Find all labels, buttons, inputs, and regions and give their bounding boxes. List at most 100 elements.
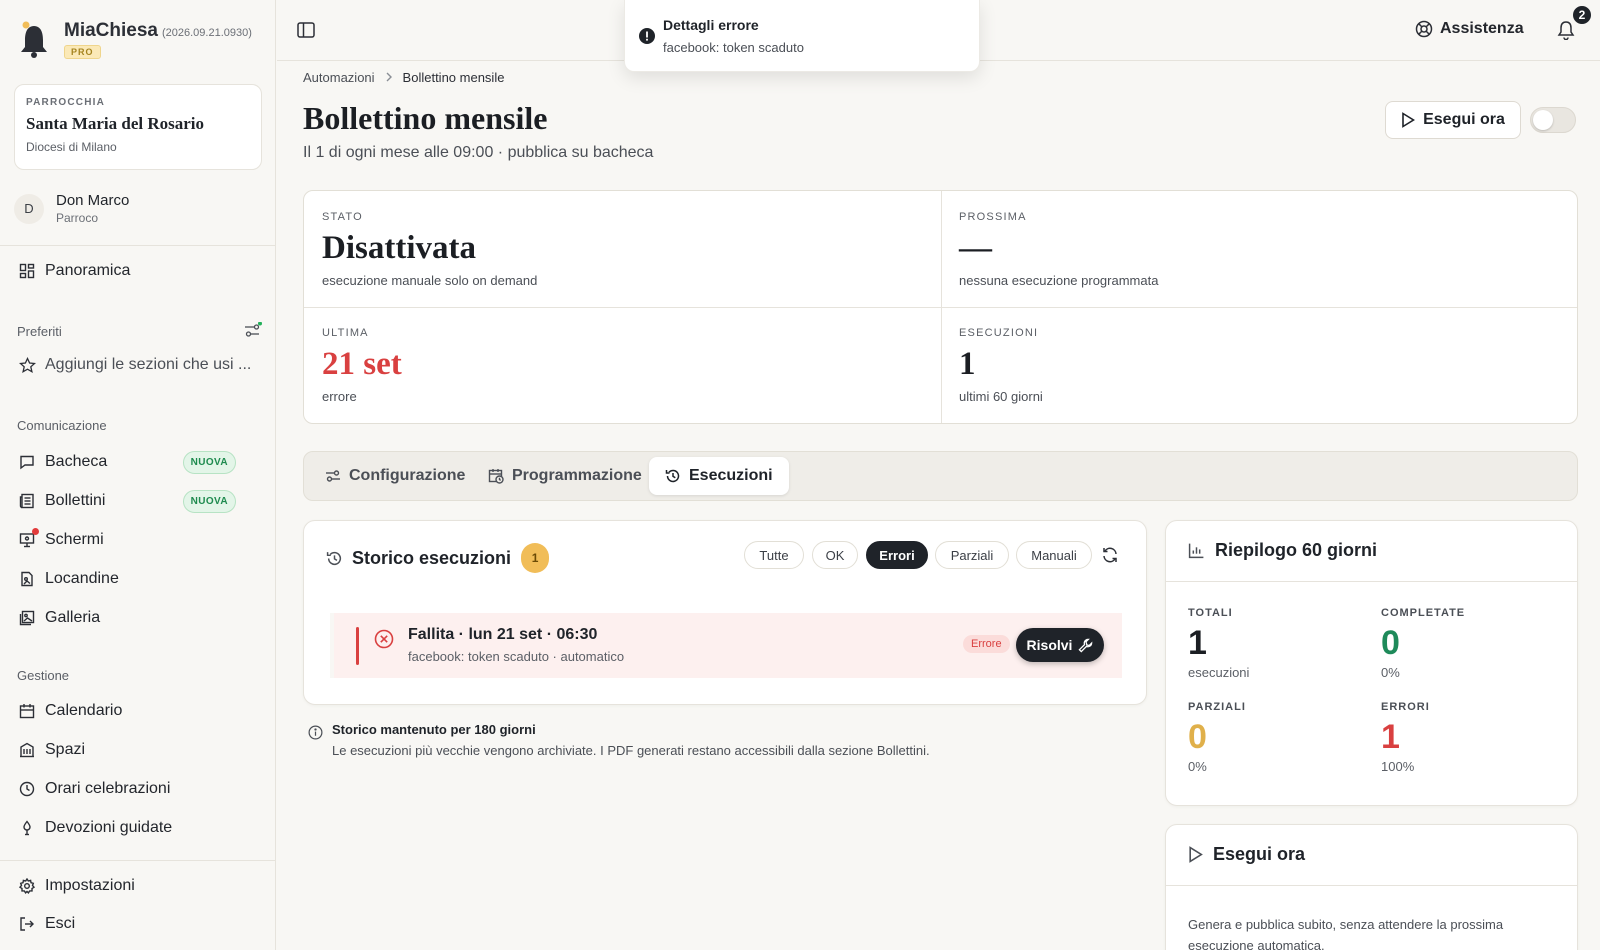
filter-partial[interactable]: Parziali xyxy=(935,541,1009,569)
run-detail: facebook: token scaduto · automatico xyxy=(408,649,625,664)
parish-kicker: PARROCCHIA xyxy=(26,97,106,108)
sidebar-item-label: Calendario xyxy=(45,702,123,719)
filter-errors[interactable]: Errori xyxy=(866,541,928,569)
sliders-icon xyxy=(326,470,340,482)
page-title: Bollettino mensile xyxy=(303,100,548,136)
help-button[interactable]: Assistenza xyxy=(1415,20,1524,38)
sidebar-item-label: Galleria xyxy=(45,609,101,626)
divider xyxy=(0,245,276,246)
new-badge: NUOVA xyxy=(182,489,236,513)
sidebar-item-devozioni[interactable]: Devozioni guidate xyxy=(18,814,266,842)
run-title: Fallita · lun 21 set · 06:30 xyxy=(408,626,598,643)
bar-chart-icon xyxy=(1188,543,1204,559)
notifications-count-badge: 2 xyxy=(1571,4,1593,26)
table-row[interactable]: Fallita · lun 21 set · 06:30 facebook: t… xyxy=(330,613,1122,678)
stat-value: Disattivata xyxy=(322,230,476,266)
tabs: Configurazione Programmazione Esecuzioni xyxy=(303,451,1578,501)
newspaper-icon xyxy=(18,492,36,510)
user-profile[interactable]: D Don Marco Parroco xyxy=(14,192,129,225)
history-title-text: Storico esecuzioni xyxy=(352,547,512,568)
sidebar-toggle-icon[interactable] xyxy=(297,22,315,41)
plan-badge: PRO xyxy=(64,45,101,59)
notifications-bell-icon[interactable] xyxy=(1557,20,1575,43)
sidebar-item-logout[interactable]: Esci xyxy=(18,910,266,938)
management-title: Gestione xyxy=(17,668,70,683)
sidebar-item-label: Orari celebrazioni xyxy=(45,780,171,797)
toggle-knob xyxy=(1533,110,1553,130)
toast-title: Dettagli errore xyxy=(663,17,759,33)
run-now-title-text: Esegui ora xyxy=(1213,844,1306,864)
sidebar-item-orari[interactable]: Orari celebrazioni xyxy=(18,775,266,803)
candle-icon xyxy=(18,819,36,837)
stat-key: STATO xyxy=(322,211,363,223)
poster-icon xyxy=(18,570,36,588)
parish-switcher[interactable]: PARROCCHIA Santa Maria del Rosario Dioce… xyxy=(14,84,262,170)
sidebar-item-label: Locandine xyxy=(45,570,119,587)
summary-errors: ERRORI 1 100% xyxy=(1381,701,1430,774)
logout-icon xyxy=(18,915,36,933)
star-icon xyxy=(18,356,36,374)
summary-key: COMPLETATE xyxy=(1381,607,1466,619)
chevron-right-icon xyxy=(385,70,393,85)
divider xyxy=(304,307,1577,308)
summary-title: Riepilogo 60 giorni xyxy=(1188,540,1377,561)
resolve-button[interactable]: Risolvi xyxy=(1016,628,1104,662)
new-badge: NUOVA xyxy=(182,450,236,474)
sidebar-item-bacheca[interactable]: Bacheca NUOVA xyxy=(18,448,266,476)
breadcrumb-parent[interactable]: Automazioni xyxy=(303,70,375,85)
divider xyxy=(1166,581,1577,582)
breadcrumb: Automazioni Bollettino mensile xyxy=(303,70,504,85)
summary-key: ERRORI xyxy=(1381,701,1430,713)
tab-esecuzioni[interactable]: Esecuzioni xyxy=(649,457,789,495)
sidebar-item-label: Bacheca xyxy=(45,453,108,470)
sidebar-item-label: Schermi xyxy=(45,531,104,548)
summary-key: TOTALI xyxy=(1188,607,1233,619)
divider xyxy=(0,860,276,861)
stat-desc: nessuna esecuzione programmata xyxy=(959,273,1159,288)
stats-panel: STATO Disattivata esecuzione manuale sol… xyxy=(303,190,1578,424)
filter-manual[interactable]: Manuali xyxy=(1016,541,1092,569)
sidebar-item-bollettini[interactable]: Bollettini NUOVA xyxy=(18,487,266,515)
edit-favorites-icon[interactable] xyxy=(244,321,262,341)
user-name: Don Marco xyxy=(56,192,130,209)
stat-status: STATO Disattivata esecuzione manuale sol… xyxy=(322,211,537,288)
sidebar-item-calendario[interactable]: Calendario xyxy=(18,697,266,725)
sidebar-item-galleria[interactable]: Galleria xyxy=(18,604,266,632)
favorites-title: Preferiti xyxy=(17,324,62,339)
status-badge: Errore xyxy=(963,635,1010,653)
sidebar-item-schermi[interactable]: Schermi xyxy=(18,526,266,554)
tab-programmazione[interactable]: Programmazione xyxy=(472,457,658,495)
history-count-badge: 1 xyxy=(521,543,550,573)
error-toast[interactable]: Dettagli errore facebook: token scaduto xyxy=(624,0,980,72)
refresh-icon[interactable] xyxy=(1101,546,1119,567)
filter-ok[interactable]: OK xyxy=(812,541,858,569)
divider xyxy=(1166,885,1577,886)
gallery-icon xyxy=(18,609,36,627)
sidebar-item-label: Panoramica xyxy=(45,262,131,279)
filter-all[interactable]: Tutte xyxy=(744,541,804,569)
sidebar-item-locandine[interactable]: Locandine xyxy=(18,565,266,593)
breadcrumb-current: Bollettino mensile xyxy=(402,70,505,85)
stat-key: ULTIMA xyxy=(322,327,369,339)
sidebar-item-add-favorites[interactable]: Aggiungi le sezioni che usi ... xyxy=(18,351,266,379)
sidebar-item-label: Spazi xyxy=(45,741,86,758)
stat-runs: ESECUZIONI 1 ultimi 60 giorni xyxy=(959,327,1043,404)
sidebar-item-overview[interactable]: Panoramica xyxy=(18,257,266,285)
automation-toggle[interactable] xyxy=(1530,107,1576,133)
summary-total: TOTALI 1 esecuzioni xyxy=(1188,607,1249,680)
sidebar: MiaChiesa (2026.09.21.0930) PRO PARROCCHI… xyxy=(0,0,276,950)
building-icon xyxy=(18,741,36,759)
summary-value: 0 xyxy=(1188,718,1207,756)
summary-desc: 100% xyxy=(1381,759,1415,774)
sidebar-item-spazi[interactable]: Spazi xyxy=(18,736,266,764)
tab-configurazione[interactable]: Configurazione xyxy=(309,457,481,495)
x-circle-icon xyxy=(374,629,394,652)
history-card: Storico esecuzioni 1 Tutte OK Errori Par… xyxy=(303,520,1147,705)
sidebar-item-settings[interactable]: Impostazioni xyxy=(18,872,266,900)
tab-label: Programmazione xyxy=(512,467,642,484)
run-now-button[interactable]: Esegui ora xyxy=(1385,101,1521,139)
sidebar-item-label: Impostazioni xyxy=(45,877,135,894)
brand[interactable]: MiaChiesa (2026.09.21.0930) PRO xyxy=(16,20,252,60)
play-icon xyxy=(1189,846,1203,863)
toast-message: facebook: token scaduto xyxy=(663,40,804,55)
